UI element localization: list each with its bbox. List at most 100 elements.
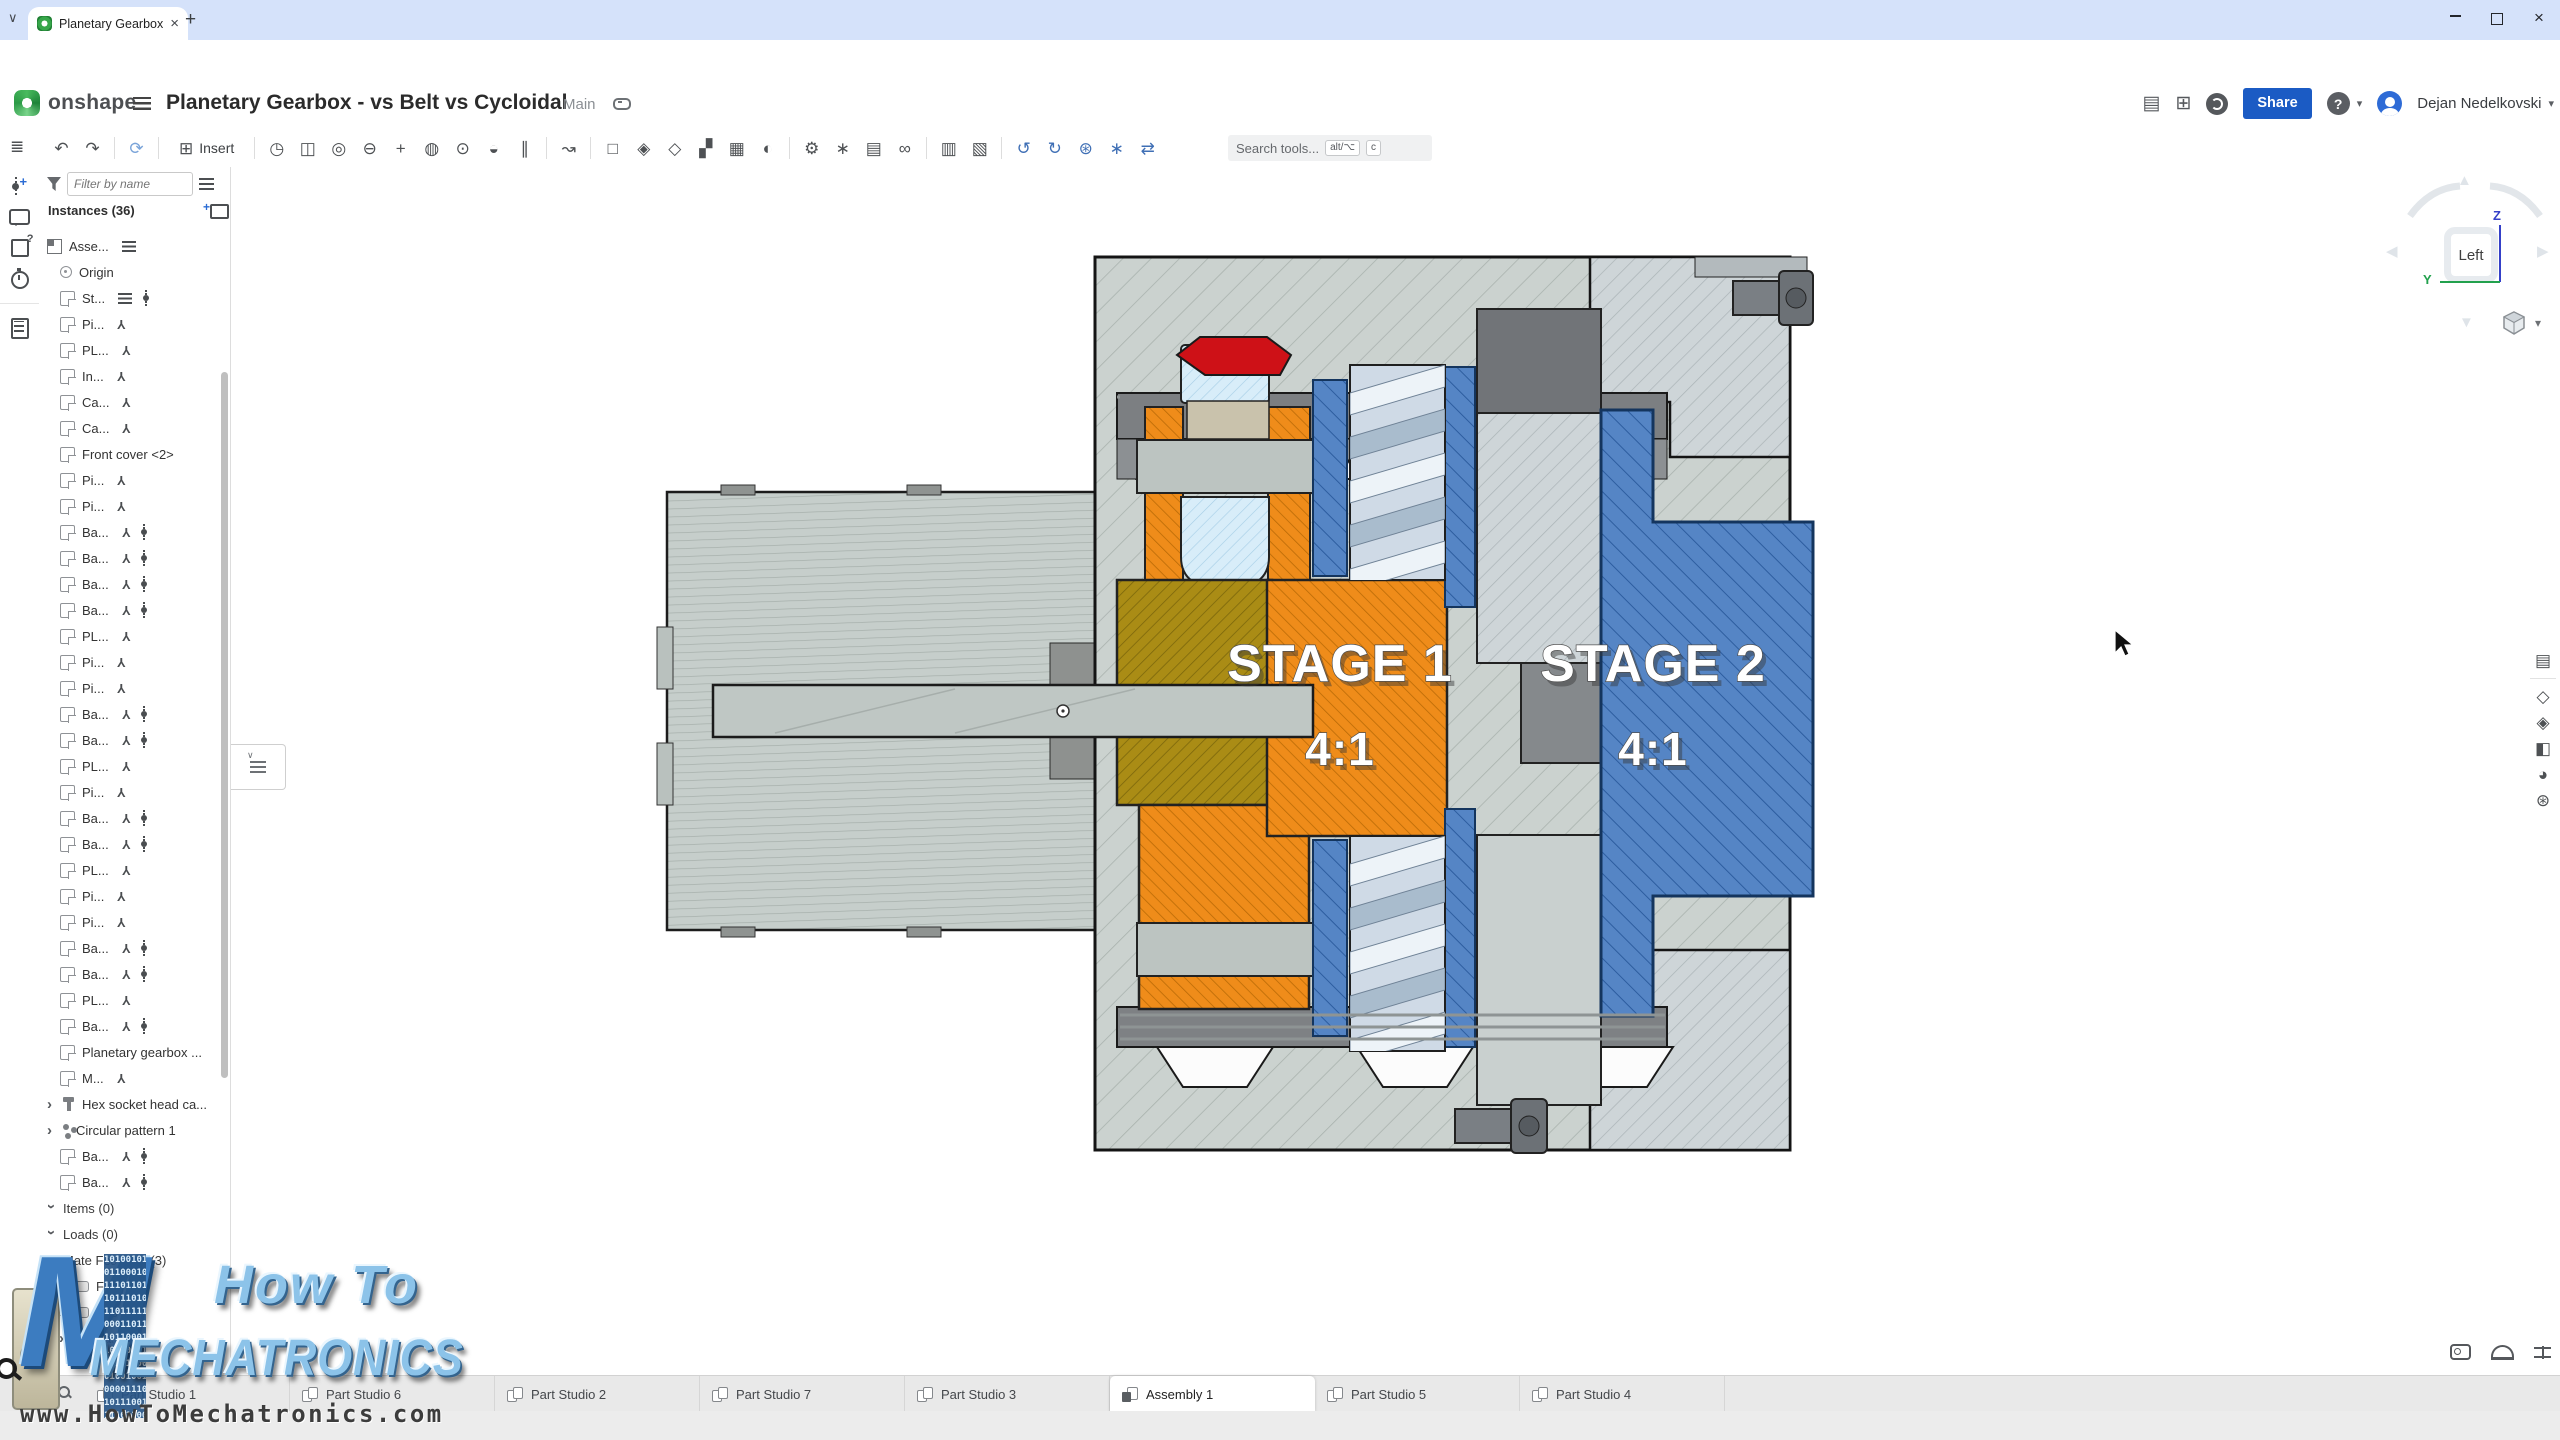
bom-icon[interactable]: ▥ — [939, 140, 958, 157]
view-settings-icon[interactable]: ◇ — [2536, 688, 2549, 705]
search-tools-box[interactable]: Search tools... alt/⌥ c — [1228, 135, 1432, 161]
workspace-label[interactable]: Main — [563, 96, 596, 113]
instance-row[interactable]: Ba...Y — [39, 831, 230, 857]
pin-slot-mate-icon[interactable]: ◒ — [484, 140, 503, 157]
rev-mate-icon[interactable]: Y — [122, 994, 131, 1007]
mate-connector-icon[interactable]: ◈ — [634, 140, 653, 157]
new-tab-button[interactable]: + — [185, 9, 196, 31]
instance-row[interactable]: Ca...Y — [39, 415, 230, 441]
spin-icon[interactable]: ⊛ — [1076, 140, 1095, 157]
input-shaft-part[interactable] — [713, 685, 1313, 737]
versions-icon[interactable] — [11, 239, 29, 257]
section-chevron-icon[interactable]: › — [44, 1256, 59, 1265]
mate-connector-list-icon[interactable] — [15, 177, 31, 195]
rev-mate-icon[interactable]: Y — [122, 864, 131, 877]
document-tab-part-studio-2[interactable]: Part Studio 2 — [495, 1376, 700, 1412]
instance-row[interactable]: ›Hex socket head ca... — [39, 1091, 230, 1117]
instance-row[interactable]: Ba...Y — [39, 545, 230, 571]
cut-list-icon[interactable] — [11, 318, 29, 339]
mc-mate-icon[interactable] — [143, 1148, 149, 1164]
named-positions-icon[interactable]: ◷ — [267, 140, 286, 157]
tab-search-icon-bottom[interactable] — [58, 1386, 71, 1399]
document-tab-part-studio-5[interactable]: Part Studio 5 — [1315, 1376, 1520, 1412]
rev-mate-icon[interactable]: Y — [122, 812, 131, 825]
instance-row[interactable]: ›Circular pattern 1 — [39, 1117, 230, 1143]
format-tree-icon[interactable]: ▤ — [2535, 652, 2551, 669]
rev-mate-icon[interactable]: Y — [117, 916, 126, 929]
onshape-logo[interactable]: onshape — [14, 90, 136, 116]
rev-mate-icon[interactable]: Y — [117, 370, 126, 383]
instance-row[interactable]: M...Y — [39, 1065, 230, 1091]
add-folder-icon[interactable] — [210, 204, 229, 219]
instance-row[interactable]: Ba...Y — [39, 1013, 230, 1039]
structure-tree-icon[interactable]: ≣ — [10, 137, 24, 157]
document-menu-icon[interactable] — [133, 97, 151, 110]
mate-relation-icon[interactable]: ↝ — [559, 140, 578, 157]
instance-row[interactable]: Pi...Y — [39, 649, 230, 675]
instance-row[interactable]: In...Y — [39, 363, 230, 389]
tab-close-icon[interactable]: × — [170, 15, 179, 32]
rotate-right-arrow[interactable]: ▶ — [2537, 242, 2549, 260]
view-options-cube-icon[interactable] — [2501, 310, 2527, 336]
list-view-icon[interactable] — [199, 178, 214, 190]
instance-row[interactable]: Ba...Y — [39, 1143, 230, 1169]
gear-relation-icon[interactable]: ⚙ — [802, 140, 821, 157]
rev-mate-icon[interactable]: Y — [117, 318, 126, 331]
rev-mate-icon[interactable]: Y — [122, 1176, 131, 1189]
document-tab-part-studio-6[interactable]: Part Studio 6 — [290, 1376, 495, 1412]
instance-row[interactable]: PL...Y — [39, 753, 230, 779]
insert-button[interactable]: ⊞Insert — [171, 136, 242, 161]
instance-row[interactable]: Ba...Y — [39, 571, 230, 597]
rack-pinion-relation-icon[interactable]: ▤ — [864, 140, 883, 157]
section-row[interactable]: ›Mate Features (3) — [39, 1247, 230, 1273]
instance-row[interactable]: Pi...Y — [39, 909, 230, 935]
rev-mate-icon[interactable]: Y — [117, 786, 126, 799]
instance-row[interactable]: Pi...Y — [39, 493, 230, 519]
section-chevron-icon[interactable]: › — [44, 1204, 59, 1213]
rev-mate-icon[interactable]: Y — [122, 344, 131, 357]
copy-link-icon[interactable] — [613, 98, 631, 110]
snapshot-icon[interactable]: ▦ — [727, 140, 746, 157]
measure-tape-icon[interactable] — [2450, 1344, 2471, 1360]
instance-row[interactable]: Ba...Y — [39, 935, 230, 961]
rev-mate-icon[interactable]: Y — [117, 474, 126, 487]
rev-mate-icon[interactable]: Y — [122, 630, 131, 643]
instance-row[interactable]: PL...Y — [39, 337, 230, 363]
section-view-icon[interactable]: ◧ — [2535, 740, 2551, 757]
rev-mate-icon[interactable]: Y — [117, 500, 126, 513]
rev-mate-icon[interactable]: Y — [122, 422, 131, 435]
mc-mate-icon[interactable] — [143, 524, 149, 540]
belt-relation-icon[interactable]: ∞ — [895, 140, 914, 157]
view-cube[interactable]: ▲ ◀ ▶ ▼ Left Z Y ▾ — [2385, 172, 2560, 357]
instance-row[interactable]: Ba...Y — [39, 597, 230, 623]
update-icon[interactable]: ⟳ — [127, 140, 146, 157]
redo-icon[interactable]: ↷ — [83, 140, 102, 157]
mc-mate-icon[interactable] — [143, 550, 149, 566]
group-icon[interactable]: □ — [603, 140, 622, 157]
help-button[interactable]: ? — [2327, 92, 2350, 115]
comments-icon[interactable] — [9, 209, 30, 225]
drag-icon[interactable]: ⇄ — [1138, 140, 1157, 157]
comparison-icon[interactable]: ▧ — [970, 140, 989, 157]
rev-mate-icon[interactable]: Y — [117, 1072, 126, 1085]
instance-row[interactable]: PL...Y — [39, 987, 230, 1013]
tab-search-icon[interactable]: ∨ — [8, 10, 18, 26]
mc-mate-icon[interactable] — [145, 290, 151, 306]
rotate-left-arrow[interactable]: ◀ — [2386, 242, 2398, 260]
expand-chevron-icon[interactable]: › — [47, 1097, 56, 1112]
mc-mate-icon[interactable] — [143, 576, 149, 592]
rev-mate-icon[interactable]: Y — [122, 734, 131, 747]
panel-collapse-handle[interactable] — [231, 744, 286, 790]
browser-tab[interactable]: Planetary Gearbox - vs Belt vs C × — [28, 7, 188, 40]
mc-mate-icon[interactable] — [143, 966, 149, 982]
screw-relation-icon[interactable]: ∗ — [833, 140, 852, 157]
rev-mate-icon[interactable]: Y — [117, 890, 126, 903]
instance-row[interactable]: Ba...Y — [39, 727, 230, 753]
instance-row[interactable]: Planetary gearbox ... — [39, 1039, 230, 1065]
window-close-button[interactable]: × — [2528, 8, 2550, 28]
view-cube-face[interactable]: Left — [2444, 227, 2498, 283]
mass-properties-icon[interactable] — [2534, 1346, 2551, 1359]
revolve-icon[interactable]: ↻ — [1045, 140, 1064, 157]
named-views-icon[interactable]: ◐ — [758, 140, 777, 157]
add-tab-button[interactable]: + — [24, 1382, 35, 1404]
